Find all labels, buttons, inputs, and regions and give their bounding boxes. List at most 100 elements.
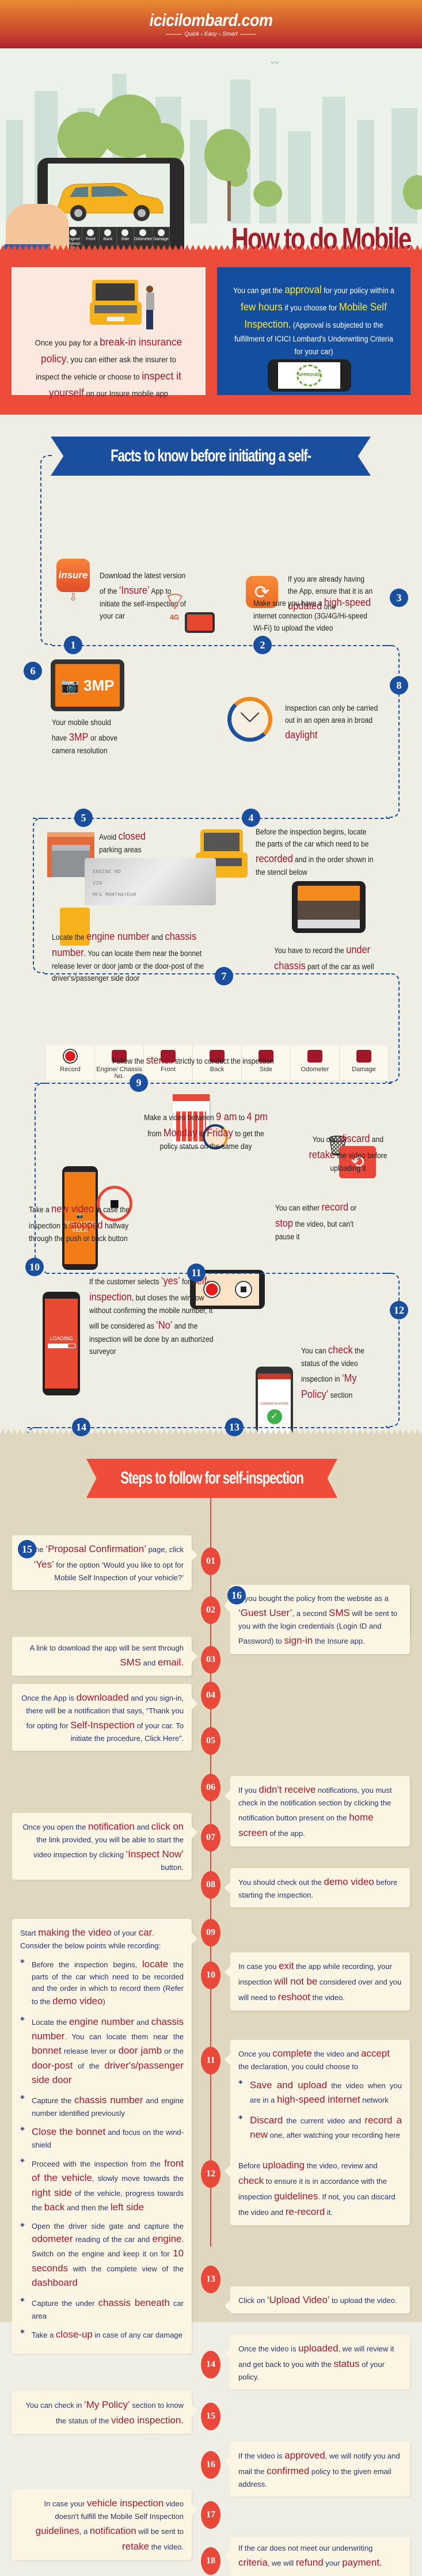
body-text: Start [20,1929,39,1937]
step-lead-text: Start making the video of your car. Cons… [20,1925,184,1952]
step-card-03: A link to download the app will be sent … [12,1637,197,1676]
highlight-text: record [321,1201,349,1213]
highlight-text: Discard [250,2114,283,2126]
fact-text-13: You can either record or stop the video,… [275,1199,368,1243]
step-bullet-list: Before the inspection begins, locate the… [20,1957,184,2342]
body-text: the current video and [283,2116,365,2125]
step-number-13: 13 [201,2266,220,2293]
highlight-text: ‘Upload Video’ [267,2294,330,2305]
fact-text-6: Avoid closed parking areas [99,828,161,856]
highlight-text: SMS [120,1656,142,1668]
intro-right-text: You can get the approval for your policy… [233,284,394,356]
highlight-text: check [238,2175,264,2187]
body-text: the video before uploading it [330,1151,387,1173]
step-card-17: In case your vehicle inspection video do… [12,2490,197,2560]
stencil-item-record: Record [46,1045,95,1080]
dashed-path [52,645,391,646]
body-text: to upload the video. [329,2296,397,2305]
highlight-text: demo video [324,1876,374,1887]
body-text: You have to record the [274,946,347,955]
fact-number-11: 11 [187,1264,206,1282]
highlight-text: video inspection. [111,2415,184,2426]
fact-text-7: Before the inspection begins, locate the… [256,826,375,879]
step-number-11: 11 [201,2047,220,2074]
fact-number-2: 2 [253,636,272,654]
body-text: You should check out the [238,1878,324,1887]
step-card-16: If the video is approved, we will notify… [225,2442,410,2497]
step-bullet-item: Locate the engine number and chassis num… [20,2014,184,2088]
highlight-text: engine [152,2233,182,2245]
body-text: In case your [44,2499,87,2508]
header-bar: icicilombard.com Quick › Easy › Smart [0,0,422,48]
highlight-text: locate [142,1958,169,1970]
fact-number-9: 9 [130,1073,148,1092]
highlight-text: high-speed internet [276,2094,360,2105]
fact-text-4: Inspection can only be carried out in an… [285,703,378,743]
body-text: Proceed with the inspection from the [32,2160,165,2169]
body-text: part of the car as well [305,962,374,972]
step-number-08: 08 [201,1871,220,1899]
body-text: the video and [311,2050,362,2058]
insure-app-icon: insure ⇩ [56,559,90,604]
fact-number-10: 10 [25,1258,44,1276]
body-text: in case of any car damage [92,2331,183,2340]
step-number-03: 03 [201,1646,220,1674]
body-text: it. [325,2208,333,2217]
step-number-12: 12 [201,2160,220,2188]
highlight-text: notification [89,2525,136,2536]
step-bullet-item: Proceed with the inspection from the fro… [20,2156,184,2214]
fact-text-16: You can check the status of the video in… [301,1342,384,1403]
step-card-04: If you bought the policy from the websit… [225,1587,410,1654]
body-text: Capture the [32,2096,75,2105]
step-bullet-item: Close the bonnet and focus on the wind-s… [20,2124,184,2150]
fact-number-1: 1 [64,636,82,654]
brand-tagline: Quick › Easy › Smart [0,31,422,37]
yellow-car-icon [58,183,164,221]
step-card-09: Start making the video of your car. Cons… [12,1919,197,2354]
highlight-text: email. [157,1656,184,1668]
highlight-text: Self-Inspection [70,1719,135,1731]
body-text: page, click [146,1545,184,1554]
body-text: or the [162,2047,184,2056]
body-text: internet connection (3G/4G/Hi-speed Wi-F… [253,612,367,633]
fact-text-8: You have to record the under chassis par… [274,942,383,974]
highlight-text: stopped [69,1219,103,1231]
bird-icon: 〰 [271,58,279,67]
step-bullet-item: Before the inspection begins, locate the… [20,1957,184,2009]
body-text: the declaration, you could choose to [238,2062,359,2072]
highlight-text: criteria [238,2556,268,2568]
highlight-text: close-up [55,2329,93,2340]
dashed-path [40,455,52,645]
highlight-text: bonnet [32,2045,62,2057]
step-number-18: 18 [201,2547,220,2575]
dashed-path [386,645,400,818]
step-card-12: Before uploading the video, review and c… [225,2152,410,2226]
body-text: release lever or [61,2047,119,2056]
body-text: of the app. [267,1828,305,1838]
highlight-text: refund [295,2556,324,2568]
fact-number-15: 15 [18,1540,36,1558]
body-text: of your [111,1929,139,1937]
body-text: and [134,1823,151,1831]
body-text: and then the [64,2203,111,2213]
highlight-text: ‘Proposal Confirmation’ [45,1543,146,1554]
brand-logo[interactable]: icicilombard.com [0,10,422,30]
step-card-15: You can check in ‘My Policy’ section to … [12,2391,197,2434]
highlight-text: door-post [32,2059,73,2071]
highlight-text: discard [339,1133,370,1144]
approved-phone-icon: APPROVED [268,359,351,392]
dashed-path [386,973,400,1083]
fact-number-16: 16 [227,1586,246,1604]
body-text: and [370,1135,384,1144]
step-card-13: Click on ‘Upload Video’ to upload the vi… [225,2286,410,2314]
body-text: network [360,2096,389,2105]
mechanic-car-icon [90,280,154,329]
body-text: from [147,1129,164,1139]
body-text: parking areas [99,845,142,855]
highlight-text: closed [118,830,146,842]
step-card-01: On the ‘Proposal Confirmation’ page, cli… [12,1535,197,1590]
body-text: of the [73,2061,105,2070]
facts-title-ribbon: Facts to know before initiating a self-i… [51,437,371,476]
highlight-text: re-record [285,2206,325,2218]
highlight-text: ‘Inspect Now’ [126,1848,184,1860]
